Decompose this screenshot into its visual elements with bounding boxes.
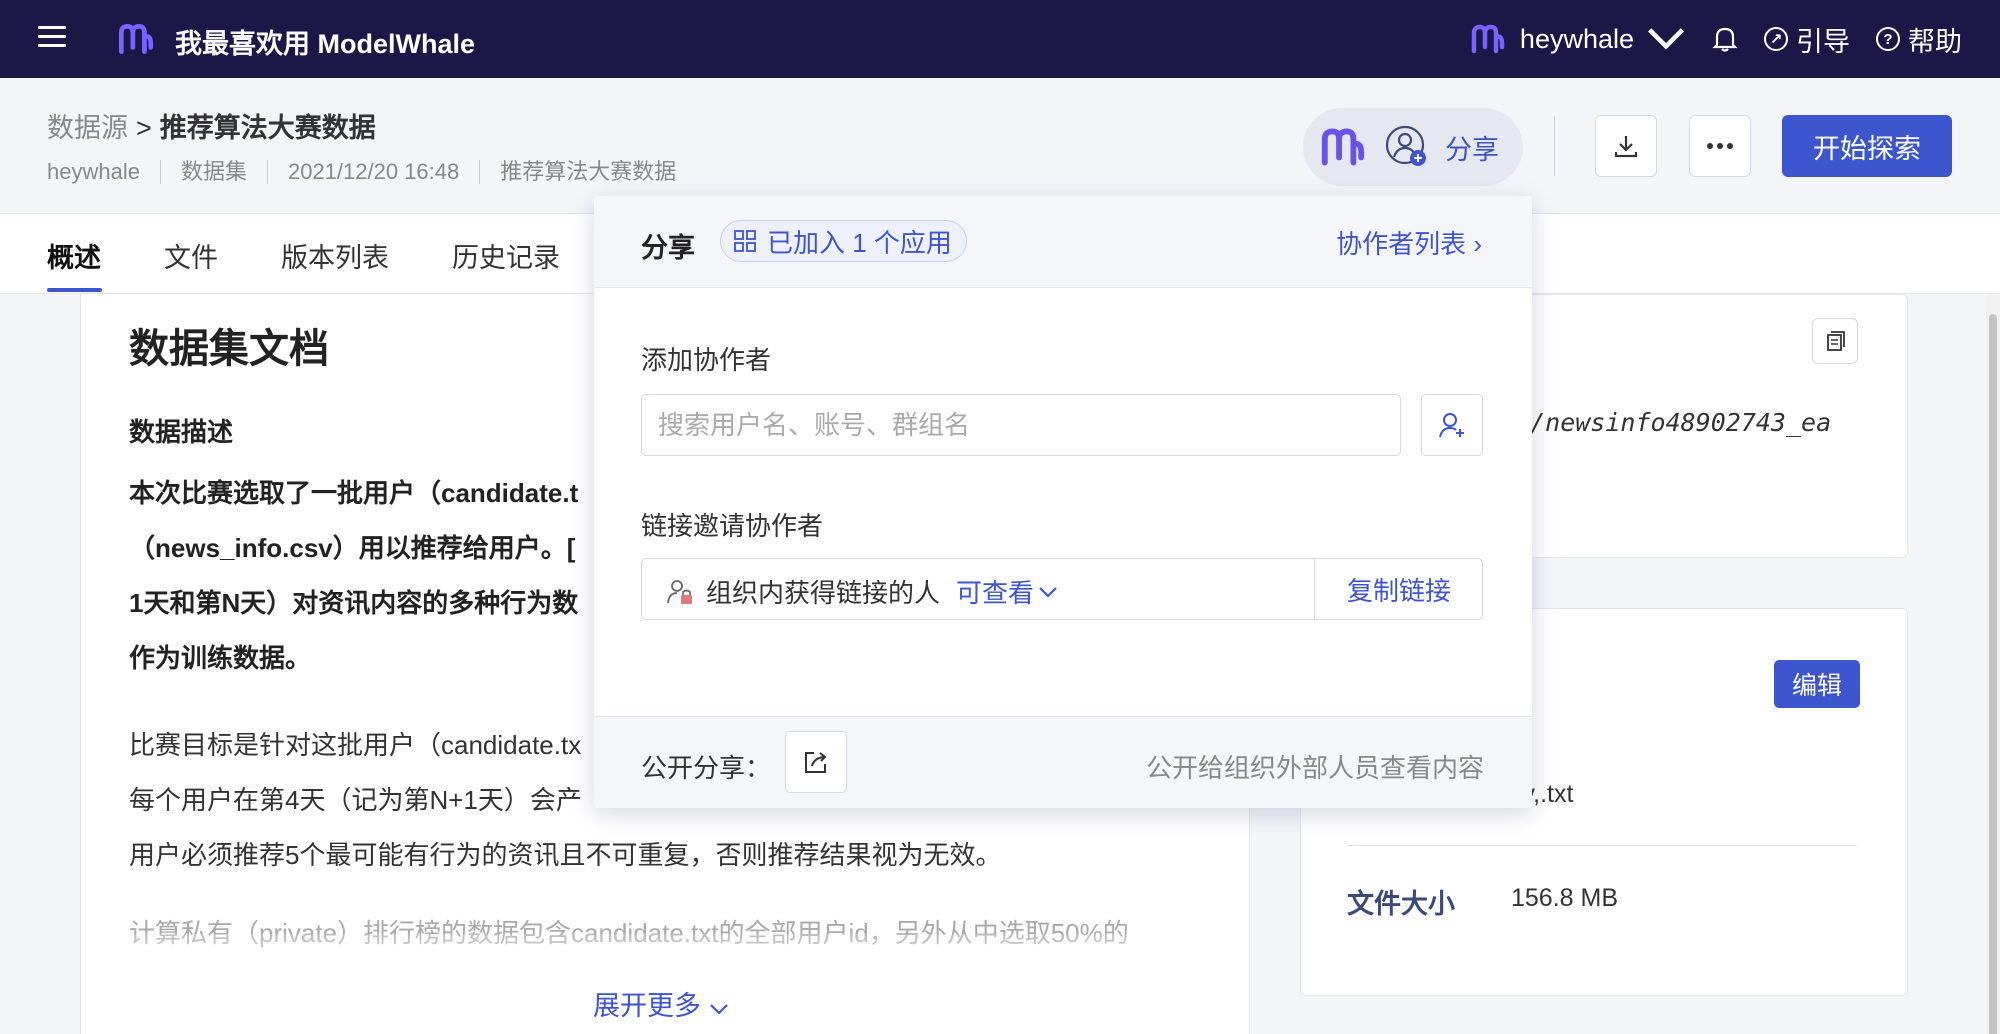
invite-link-box: 组织内获得链接的人 可查看 复制链接 (641, 558, 1483, 620)
apps-badge[interactable]: 已加入 1 个应用 (720, 220, 967, 262)
download-button[interactable] (1595, 115, 1657, 177)
dataset-path: ut/newsinfo48902743_ea (1500, 408, 1832, 437)
tab-overview[interactable]: 概述 (47, 236, 101, 275)
popup-footer: 公开分享： 公开给组织外部人员查看内容 (594, 716, 1532, 808)
breadcrumb: 数据源 > 推荐算法大赛数据 (47, 106, 376, 145)
bell-icon[interactable] (1712, 25, 1738, 53)
permission-value: 可查看 (956, 578, 1035, 608)
guide-label: 引导 (1796, 26, 1850, 57)
add-collaborator-button[interactable] (1421, 394, 1483, 456)
lock-user-icon (667, 579, 692, 604)
expand-more-label: 展开更多 (593, 991, 701, 1021)
link-scope: 组织内获得链接的人 (706, 578, 941, 608)
invite-link-label: 链接邀请协作者 (641, 511, 824, 541)
guide-link[interactable]: ↗ 引导 (1764, 20, 1850, 59)
collaborator-search-input[interactable] (641, 394, 1401, 456)
active-tab-indicator (47, 288, 102, 292)
add-collaborator-label: 添加协作者 (641, 345, 772, 375)
start-explore-button[interactable]: 开始探索 (1782, 115, 1952, 177)
public-share-hint: 公开给组织外部人员查看内容 (1145, 753, 1484, 783)
external-share-icon (805, 752, 827, 773)
meta-date: 2021/12/20 16:48 (266, 160, 479, 184)
tab-versions[interactable]: 版本列表 (281, 236, 389, 275)
meta-owner[interactable]: heywhale (47, 160, 160, 184)
modelwhale-app-icon (1321, 128, 1365, 166)
file-size-label: 文件大小 (1347, 889, 1455, 919)
scrollbar-thumb[interactable] (1989, 314, 1997, 1034)
apps-badge-label: 已加入 1 个应用 (767, 227, 952, 258)
dataset-header: 数据源 > 推荐算法大赛数据 heywhale 数据集 2021/12/20 16:… (0, 78, 2000, 214)
breadcrumb-separator: > (136, 113, 152, 143)
share-button[interactable]: 分享 (1303, 108, 1523, 186)
share-label: 分享 (1445, 134, 1499, 165)
tab-history[interactable]: 历史记录 (452, 236, 560, 275)
compass-icon: ↗ (1764, 27, 1788, 51)
download-icon (1614, 136, 1638, 158)
header-divider (1554, 116, 1555, 176)
copy-path-button[interactable] (1812, 318, 1858, 364)
popup-header: 分享 已加入 1 个应用 协作者列表 › (594, 196, 1532, 288)
file-size-value: 156.8 MB (1511, 884, 1619, 912)
help-label: 帮助 (1908, 26, 1962, 57)
share-popup: 分享 已加入 1 个应用 协作者列表 › 添加协作者 链接邀请协作者 (594, 196, 1532, 808)
info-divider (1347, 845, 1857, 846)
breadcrumb-root[interactable]: 数据源 (47, 113, 128, 143)
popup-title: 分享 (641, 233, 695, 263)
meta-type: 数据集 (159, 160, 267, 184)
edit-button[interactable]: 编辑 (1774, 660, 1860, 708)
modelwhale-logo-icon[interactable] (115, 18, 157, 60)
more-button[interactable] (1689, 115, 1751, 177)
app-title[interactable]: 我最喜欢用 ModelWhale (175, 22, 475, 61)
top-nav: 我最喜欢用 ModelWhale heywhale ↗ 引导 ? 帮助 (0, 0, 2000, 78)
collaborator-icon (1385, 125, 1426, 166)
doc-title: 数据集文档 (129, 327, 329, 371)
meta-name: 推荐算法大赛数据 (479, 160, 696, 184)
chevron-down-icon (1648, 28, 1684, 50)
chevron-down-icon (1039, 586, 1057, 598)
copy-link-button[interactable]: 复制链接 (1315, 559, 1483, 619)
page-title: 推荐算法大赛数据 (159, 113, 376, 143)
user-menu[interactable]: heywhale (1468, 19, 1686, 59)
copy-icon (1827, 331, 1845, 351)
expand-more-button[interactable]: 展开更多 (593, 984, 729, 1023)
user-avatar-icon (1471, 24, 1505, 54)
chevron-down-icon (709, 1004, 728, 1015)
permission-dropdown[interactable]: 可查看 (956, 573, 1058, 610)
public-share-label: 公开分享： (641, 753, 772, 783)
more-icon (1707, 143, 1733, 149)
scrollbar[interactable] (1986, 294, 2000, 1034)
public-share-button[interactable] (785, 731, 847, 793)
add-user-icon (1439, 413, 1464, 438)
help-link[interactable]: ? 帮助 (1876, 20, 1962, 59)
help-icon: ? (1876, 27, 1900, 51)
doc-subtitle: 数据描述 (129, 417, 234, 447)
menu-icon[interactable] (38, 26, 66, 50)
apps-icon (734, 230, 756, 252)
collaborator-list-link[interactable]: 协作者列表 › (1336, 224, 1482, 261)
username: heywhale (1519, 23, 1634, 54)
dataset-meta: heywhale 数据集 2021/12/20 16:48 推荐算法大赛数据 (47, 160, 696, 184)
tab-files[interactable]: 文件 (164, 236, 218, 275)
